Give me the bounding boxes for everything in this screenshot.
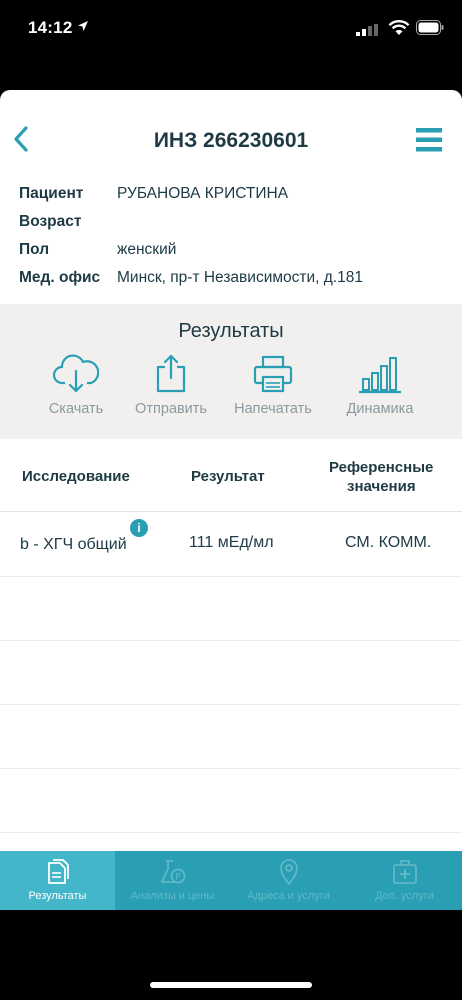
results-panel: Результаты Скачать Отправить Напечатать … bbox=[0, 304, 462, 439]
navigation-bar: ИНЗ 266230601 bbox=[0, 90, 462, 190]
svg-text:P: P bbox=[175, 873, 181, 883]
office-row: Мед. офис Минск, пр-т Независимости, д.1… bbox=[19, 266, 449, 294]
empty-row bbox=[0, 640, 462, 705]
tab-results[interactable]: Результаты bbox=[0, 851, 115, 910]
sex-label: Пол bbox=[19, 241, 50, 258]
table-row[interactable]: b - ХГЧ общий 111 мЕд/мл СМ. КОММ. bbox=[0, 512, 462, 577]
sex-value: женский bbox=[117, 241, 177, 258]
office-value: Минск, пр-т Независимости, д.181 bbox=[117, 269, 363, 286]
download-button[interactable]: Скачать bbox=[36, 353, 116, 417]
battery-icon bbox=[416, 20, 444, 35]
column-reference-line1: Референсные bbox=[329, 459, 434, 476]
printer-icon bbox=[253, 355, 293, 393]
tab-tests-prices-label: Анализы и цены bbox=[130, 890, 215, 902]
dynamics-label: Динамика bbox=[346, 401, 414, 417]
hamburger-menu-icon[interactable] bbox=[416, 127, 442, 153]
tab-extra-services-label: Доп. услуги bbox=[375, 890, 434, 902]
sex-row: Пол женский bbox=[19, 238, 449, 266]
tab-extra-services[interactable]: Доп. услуги bbox=[347, 851, 462, 910]
send-label: Отправить bbox=[135, 401, 207, 417]
map-pin-icon bbox=[279, 859, 298, 885]
cellular-signal-icon bbox=[356, 24, 378, 36]
bar-chart-icon bbox=[359, 357, 401, 394]
reference-cell: СМ. КОММ. bbox=[345, 534, 432, 551]
empty-row bbox=[0, 768, 462, 833]
app-screen: ИНЗ 266230601 Пациент РУБАНОВА КРИСТИНА … bbox=[0, 90, 462, 910]
office-label: Мед. офис bbox=[19, 269, 101, 286]
tab-bar: Результаты P Анализы и цены Адреса и усл… bbox=[0, 851, 462, 910]
age-label: Возраст bbox=[19, 213, 82, 230]
patient-info: Пациент РУБАНОВА КРИСТИНА Возраст Пол же… bbox=[19, 182, 449, 294]
page-title: ИНЗ 266230601 bbox=[153, 129, 309, 152]
patient-value: РУБАНОВА КРИСТИНА bbox=[117, 185, 289, 202]
download-label: Скачать bbox=[48, 401, 104, 417]
patient-row: Пациент РУБАНОВА КРИСТИНА bbox=[19, 182, 449, 210]
flask-icon: P bbox=[160, 860, 185, 884]
document-icon bbox=[47, 859, 69, 884]
status-time: 14:12 bbox=[28, 18, 73, 37]
dynamics-button[interactable]: Динамика bbox=[340, 353, 420, 417]
tab-results-label: Результаты bbox=[28, 890, 87, 902]
empty-row bbox=[0, 704, 462, 769]
column-result: Результат bbox=[191, 468, 265, 485]
info-icon[interactable]: i bbox=[130, 519, 148, 537]
cloud-download-icon bbox=[53, 354, 99, 393]
column-study: Исследование bbox=[22, 468, 130, 485]
print-label: Напечатать bbox=[234, 401, 312, 417]
empty-row bbox=[0, 576, 462, 641]
wifi-icon bbox=[388, 20, 410, 35]
medical-bag-icon bbox=[392, 860, 417, 884]
column-reference-line2: значения bbox=[347, 478, 416, 495]
home-indicator[interactable] bbox=[150, 982, 312, 988]
share-icon bbox=[156, 354, 186, 393]
location-arrow-icon bbox=[77, 20, 89, 35]
study-cell: b - ХГЧ общий bbox=[20, 536, 127, 553]
status-bar: 14:12 bbox=[0, 0, 462, 60]
tab-addresses-label: Адреса и услуги bbox=[247, 890, 330, 902]
print-button[interactable]: Напечатать bbox=[228, 353, 318, 417]
patient-label: Пациент bbox=[19, 185, 84, 202]
table-header: Исследование Результат Референсные значе… bbox=[0, 439, 462, 512]
send-button[interactable]: Отправить bbox=[128, 353, 214, 417]
results-title: Результаты bbox=[178, 320, 284, 342]
result-cell: 111 мЕд/мл bbox=[189, 534, 274, 551]
tab-tests-prices[interactable]: P Анализы и цены bbox=[115, 851, 230, 910]
tab-addresses[interactable]: Адреса и услуги bbox=[231, 851, 346, 910]
age-row: Возраст bbox=[19, 210, 449, 238]
